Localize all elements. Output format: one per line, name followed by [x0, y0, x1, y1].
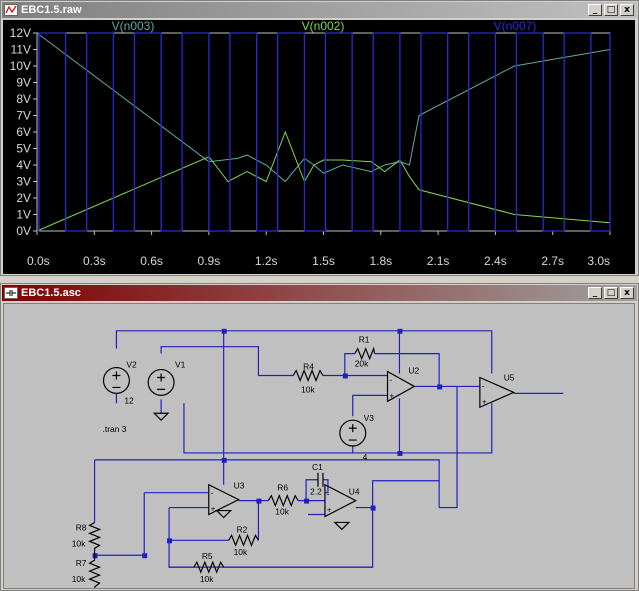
x-tick-label: 1.5s	[312, 254, 335, 268]
u3-plus: +	[211, 505, 216, 514]
label-r7: R7	[76, 558, 87, 568]
label-v2-value: 12	[124, 395, 134, 405]
waveform-file-icon	[4, 4, 18, 16]
y-tick-label: 8V	[16, 92, 31, 106]
label-v3-value: 4	[363, 452, 368, 462]
label-v1: V1	[175, 360, 186, 370]
label-r2: R2	[237, 524, 248, 534]
series-line-vn003	[36, 32, 611, 183]
x-tick-label: 0.3s	[83, 254, 106, 268]
waveform-plot[interactable]: 0V 1V 2V 3V 4V 5V 6V 7V 8V 9V 10V 11V 12V 0.0s 0.3s 0.6…	[3, 20, 635, 274]
label-r2-value: 10k	[234, 547, 248, 557]
x-tick-label: 2.4s	[484, 254, 507, 268]
y-tick-label: 7V	[16, 109, 31, 123]
x-tick-label: 1.2s	[255, 254, 278, 268]
u4-minus: -	[327, 490, 330, 499]
schematic-minimize-button[interactable]: _	[588, 287, 602, 299]
legend-entry: V(n003)	[112, 20, 155, 33]
label-u5: U5	[504, 372, 515, 382]
y-tick-label: 11V	[11, 43, 31, 57]
x-tick-label: 1.8s	[369, 254, 392, 268]
label-u3: U3	[234, 481, 245, 491]
y-tick-label: 9V	[16, 76, 31, 90]
x-tick-label: 2.1s	[427, 254, 450, 268]
schematic-sources	[102, 366, 367, 447]
spice-directive[interactable]: .tran 3	[103, 424, 127, 434]
label-r5: R5	[202, 551, 213, 561]
x-tick-label: 3.0s	[587, 254, 610, 268]
y-tick-label: 10V	[10, 59, 31, 73]
y-tick-label: 12V	[10, 26, 31, 40]
y-tick-label: 5V	[16, 142, 31, 156]
schematic-window: EBC1.5.asc _ □ x - + - + - + - + V2 12 V…	[0, 283, 639, 591]
label-v2: V2	[126, 360, 137, 370]
label-v3: V3	[364, 413, 375, 423]
schematic-window-title: EBC1.5.asc	[21, 287, 81, 299]
u4-plus: +	[327, 506, 332, 515]
schematic-opamps	[208, 370, 516, 518]
schematic-junctions	[92, 328, 443, 559]
schematic-titlebar[interactable]: EBC1.5.asc _ □ x	[2, 285, 637, 301]
schematic-file-icon	[4, 287, 18, 299]
series-line-vn007	[37, 32, 611, 232]
x-tick-label: 2.7s	[541, 254, 564, 268]
label-c1: C1	[312, 462, 323, 472]
label-r5-value: 10k	[200, 574, 214, 584]
y-tick-label: 6V	[16, 125, 31, 139]
u2-plus: +	[390, 391, 395, 400]
waveform-maximize-button[interactable]: □	[604, 4, 618, 16]
legend-entry: V(n007)	[494, 20, 537, 33]
label-r8-value: 10k	[72, 538, 86, 548]
waveform-close-button[interactable]: x	[620, 4, 634, 16]
schematic-capacitor	[317, 472, 324, 487]
waveform-window-title: EBC1.5.raw	[21, 4, 82, 16]
y-tick-label: 0V	[16, 224, 31, 238]
label-r4-value: 10k	[301, 384, 315, 394]
label-r7-value: 10k	[72, 574, 86, 584]
y-tick-label: 3V	[16, 175, 31, 189]
u5-minus: -	[482, 381, 485, 390]
y-tick-label: 1V	[16, 208, 31, 222]
label-u2: U2	[408, 366, 419, 376]
label-c1-value: 2.2	[310, 487, 322, 497]
label-u4: U4	[349, 487, 360, 497]
schematic-maximize-button[interactable]: □	[604, 287, 618, 299]
u3-minus: -	[211, 489, 214, 498]
label-r4: R4	[303, 362, 314, 372]
waveform-minimize-button[interactable]: _	[588, 4, 602, 16]
plot-frame-border	[36, 32, 611, 232]
waveform-titlebar[interactable]: EBC1.5.raw _ □ x	[2, 2, 637, 18]
u2-minus: -	[390, 375, 393, 384]
x-tick-label: 0.9s	[198, 254, 221, 268]
schematic-canvas[interactable]: -+ -+ -+ -+ V2 12 V1 V3 4 R4 10k R1 20k …	[3, 303, 635, 589]
label-r1: R1	[359, 335, 370, 345]
schematic-close-button[interactable]: x	[620, 287, 634, 299]
u5-plus: +	[482, 397, 487, 406]
label-r1-value: 20k	[355, 359, 369, 369]
label-r8: R8	[76, 522, 87, 532]
x-tick-label: 0.6s	[140, 254, 163, 268]
y-tick-label: 4V	[16, 158, 31, 172]
legend-entry: V(n002)	[302, 20, 345, 33]
label-r6-value: 10k	[275, 507, 289, 517]
waveform-window: EBC1.5.raw _ □ x 0V 1V 2V 3V 4V 5V 6V 7V 8V 9V 10V…	[0, 0, 639, 276]
series-line-vn002	[36, 130, 611, 232]
y-tick-label: 2V	[16, 191, 31, 205]
x-tick-label: 0.0s	[27, 254, 50, 268]
schematic-resistors	[88, 346, 376, 588]
label-r6: R6	[277, 483, 288, 493]
